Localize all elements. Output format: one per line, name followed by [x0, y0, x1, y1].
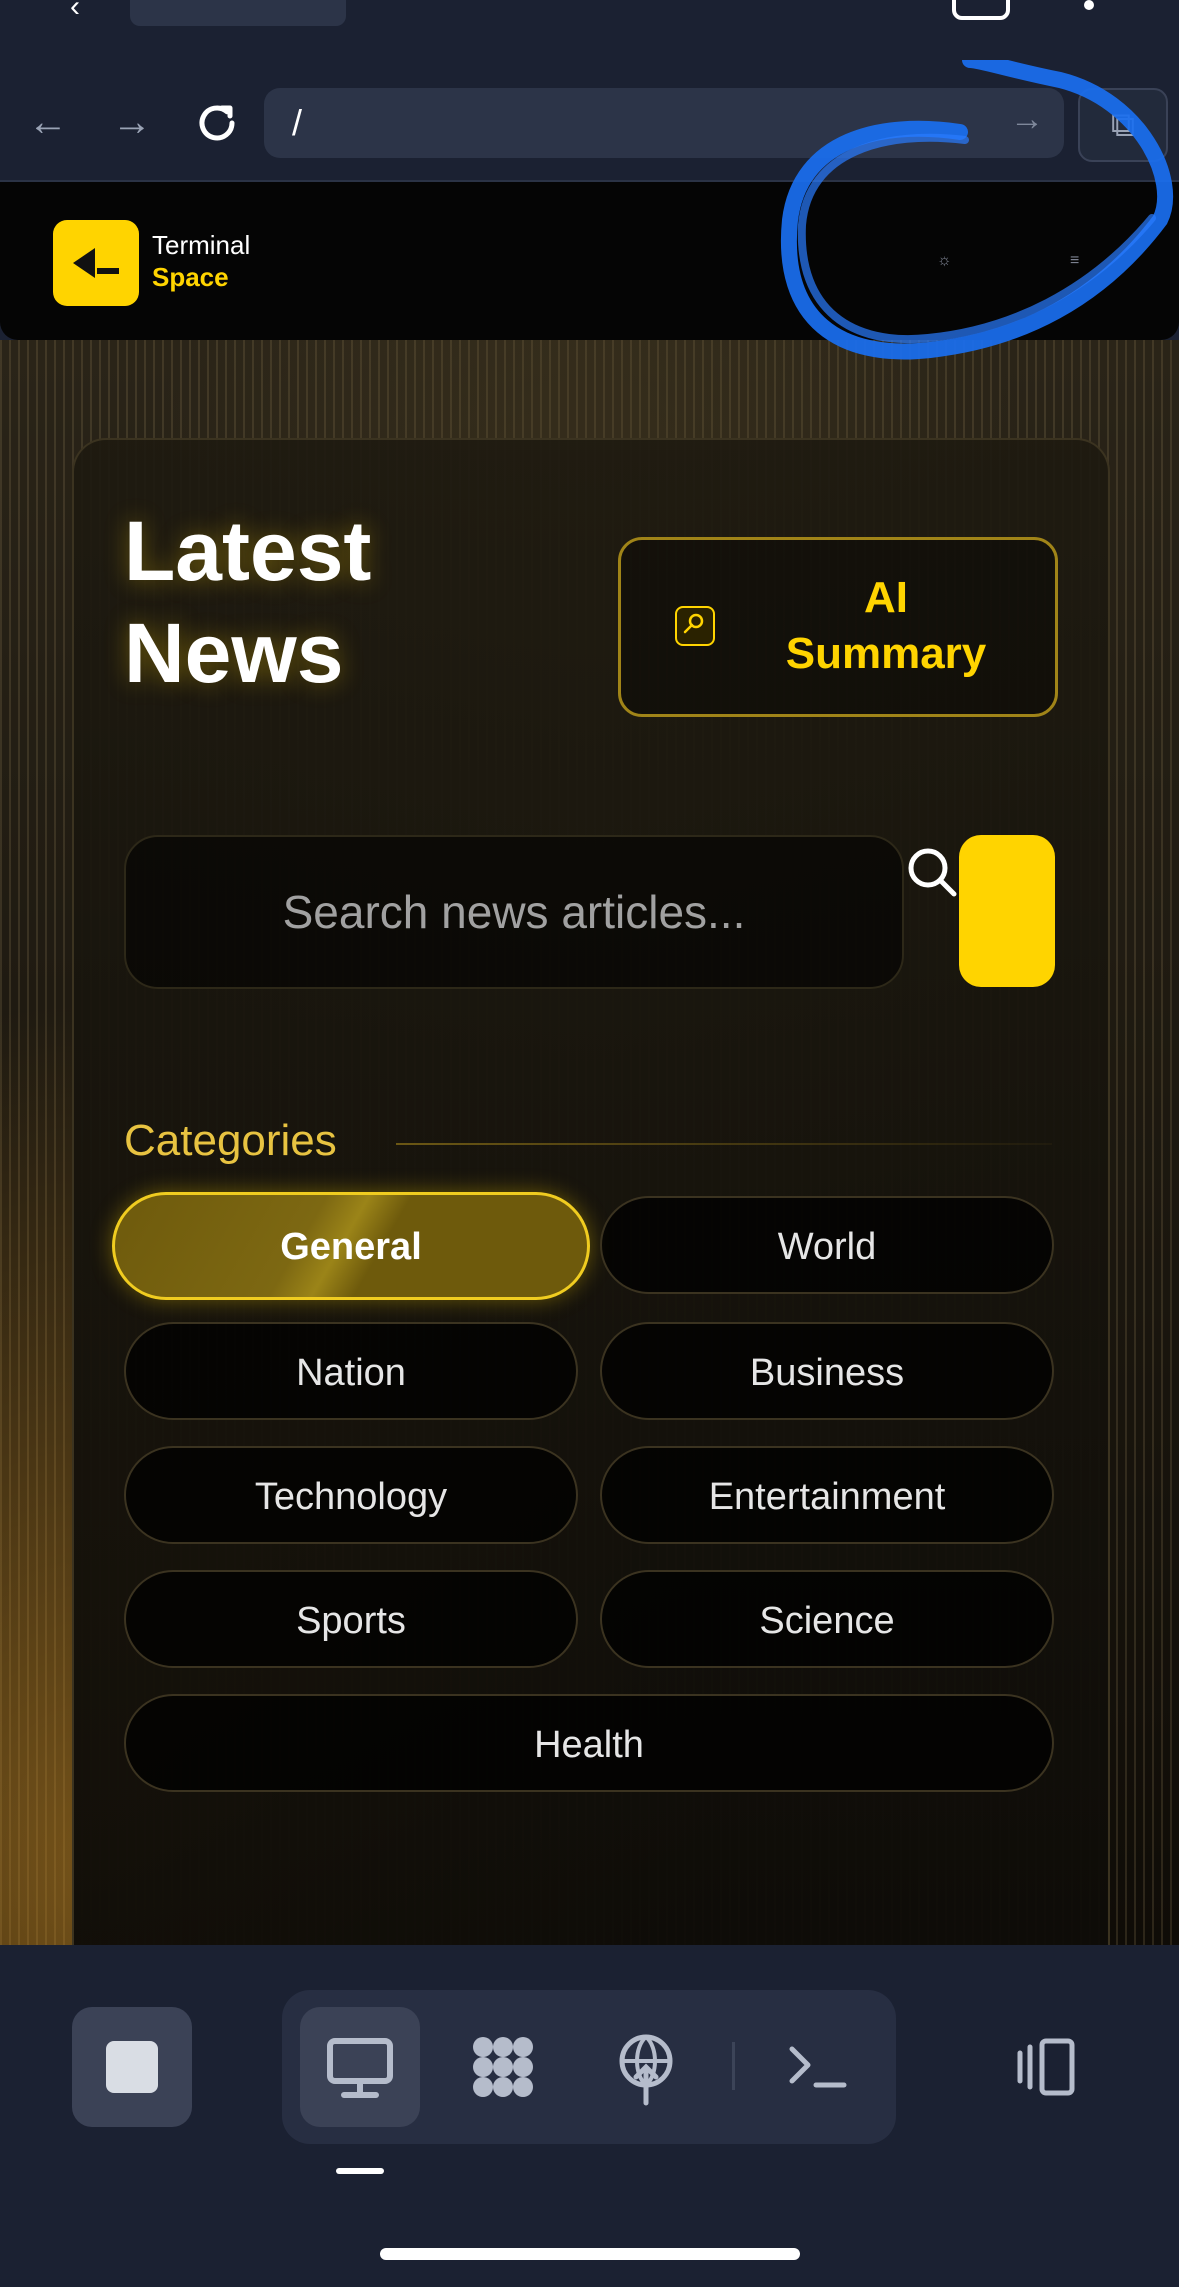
home-indicator[interactable]: [380, 2248, 800, 2260]
category-nation[interactable]: Nation: [124, 1322, 578, 1420]
search-input[interactable]: Search news articles...: [124, 835, 904, 989]
stop-button[interactable]: [72, 2007, 192, 2127]
categories-heading: Categories: [124, 1116, 337, 1165]
page-title: Latest News: [124, 504, 372, 700]
stop-icon: [106, 2041, 158, 2093]
more-options-icon[interactable]: [1084, 0, 1094, 10]
search-placeholder: Search news articles...: [282, 886, 746, 938]
back-chevron-icon[interactable]: ‹: [70, 0, 80, 24]
dock-separator: [732, 2042, 735, 2090]
category-technology[interactable]: Technology: [124, 1446, 578, 1544]
brand-name-line1: Terminal: [152, 230, 251, 260]
open-external-icon[interactable]: ⧉: [1078, 88, 1168, 162]
ai-summary-button[interactable]: AI Summary: [618, 537, 1058, 717]
reload-icon[interactable]: [192, 98, 242, 148]
search-icon[interactable]: [906, 846, 957, 897]
ai-summary-label: AI Summary: [785, 573, 987, 678]
side-panel-icon[interactable]: [986, 2007, 1106, 2127]
site-header: [0, 182, 1179, 340]
category-general[interactable]: General: [112, 1192, 590, 1300]
search-submit-button[interactable]: [959, 835, 1055, 987]
menu-icon[interactable]: ≡: [1070, 252, 1079, 270]
active-tab-chip[interactable]: [130, 0, 346, 26]
active-tab-indicator: [336, 2168, 384, 2174]
category-entertainment[interactable]: Entertainment: [600, 1446, 1054, 1544]
category-world[interactable]: World: [600, 1196, 1054, 1294]
categories-divider: [396, 1143, 1052, 1145]
top-system-strip: ‹: [0, 0, 1179, 64]
back-arrow-icon[interactable]: ←: [26, 100, 70, 144]
terminal-icon[interactable]: [758, 2007, 878, 2127]
brand-name-line2: Space: [152, 262, 229, 292]
go-arrow-icon[interactable]: →: [1010, 100, 1044, 139]
theme-toggle-icon[interactable]: ☼: [937, 252, 952, 270]
url-field[interactable]: / →: [264, 88, 1064, 158]
ai-key-icon: [675, 606, 715, 646]
category-health[interactable]: Health: [124, 1694, 1054, 1792]
network-upload-icon[interactable]: [586, 2007, 706, 2127]
apps-blob-icon[interactable]: [443, 2007, 563, 2127]
tabs-count-icon[interactable]: [952, 0, 1010, 20]
category-business[interactable]: Business: [600, 1322, 1054, 1420]
category-sports[interactable]: Sports: [124, 1570, 578, 1668]
desktop-icon[interactable]: [300, 2007, 420, 2127]
forward-arrow-icon[interactable]: →: [110, 100, 154, 144]
terminal-logo-icon[interactable]: [53, 220, 139, 306]
url-text: /: [292, 102, 303, 143]
category-science[interactable]: Science: [600, 1570, 1054, 1668]
